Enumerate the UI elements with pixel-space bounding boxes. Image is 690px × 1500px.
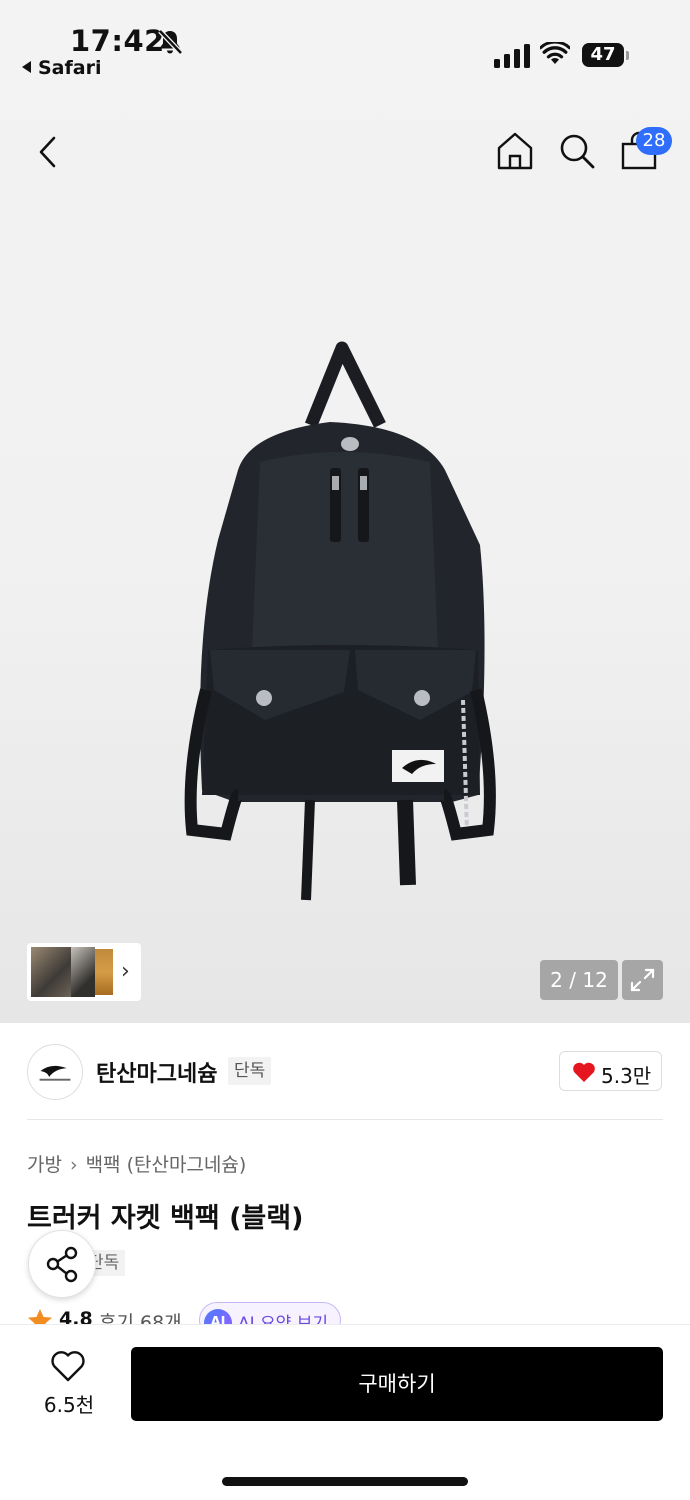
expand-icon[interactable] [622,960,663,1000]
status-time: 17:42 [70,24,165,58]
rating-row: 4.8 후기 68개 AI AI 요약 보기 [27,1302,690,1324]
star-icon [28,1309,52,1324]
product-title: 트러커 자켓 백팩 (블랙) [27,1203,304,1234]
gallery-thumbnails[interactable]: › [27,943,141,1001]
ai-summary-label: AI 요약 보기 [238,1314,329,1324]
thumbnail-image [71,947,95,997]
home-icon[interactable] [494,130,536,172]
brand-like-button[interactable]: 5.3만 [559,1051,662,1091]
wishlist-count: 6.5천 [43,1393,95,1417]
back-triangle-icon [22,61,31,73]
rating-value: 4.8 [59,1308,93,1324]
share-icon [46,1246,78,1283]
brand-like-count: 5.3만 [601,1064,652,1088]
breadcrumb-category[interactable]: 가방 [27,1154,62,1176]
share-button[interactable] [28,1230,96,1298]
signal-icon [494,42,530,68]
back-chevron-icon[interactable] [30,130,70,174]
brand-logo[interactable] [27,1044,83,1100]
heart-filled-icon [573,1062,595,1082]
section-divider [27,1119,663,1120]
thumbnail-image [95,949,113,995]
ai-summary-button[interactable]: AI AI 요약 보기 [199,1302,341,1324]
search-icon[interactable] [556,130,598,172]
breadcrumb: 가방 › 백팩 (탄산마그네슘) [27,1150,246,1177]
wifi-icon [540,42,570,64]
ai-badge-icon: AI [204,1309,232,1324]
brand-name[interactable]: 탄산마그네슘 [96,1056,217,1088]
thumbnail-image [31,947,71,997]
exclusive-badge: 단독 [228,1057,272,1085]
product-page: 17:42 Safari 47 28 › 2 / 12 탄산마그네슘 단독 5.… [0,0,690,1500]
chevron-right-icon: › [69,1154,78,1176]
back-app-label: Safari [38,57,102,79]
bottom-action-bar: 6.5천 구매하기 [0,1324,690,1500]
home-indicator[interactable] [222,1477,468,1486]
wishlist-button[interactable]: 6.5천 [30,1349,108,1419]
image-page-counter: 2 / 12 [540,960,618,1000]
chevron-right-icon: › [121,959,130,984]
battery-indicator: 47 [582,43,624,67]
backpack-image [184,341,496,901]
review-count-link[interactable]: 후기 68개 [99,1308,182,1324]
breadcrumb-subcategory[interactable]: 백팩 (탄산마그네슘) [86,1154,247,1176]
buy-button[interactable]: 구매하기 [131,1347,663,1421]
battery-cap [626,51,629,60]
status-bar: 17:42 Safari 47 [0,0,690,90]
bell-off-icon [158,29,183,55]
back-to-app[interactable]: Safari [22,57,101,79]
product-gallery[interactable]: 17:42 Safari 47 28 › 2 / 12 [0,0,690,1023]
cart-count-badge: 28 [636,127,672,155]
heart-outline-icon [51,1351,85,1382]
